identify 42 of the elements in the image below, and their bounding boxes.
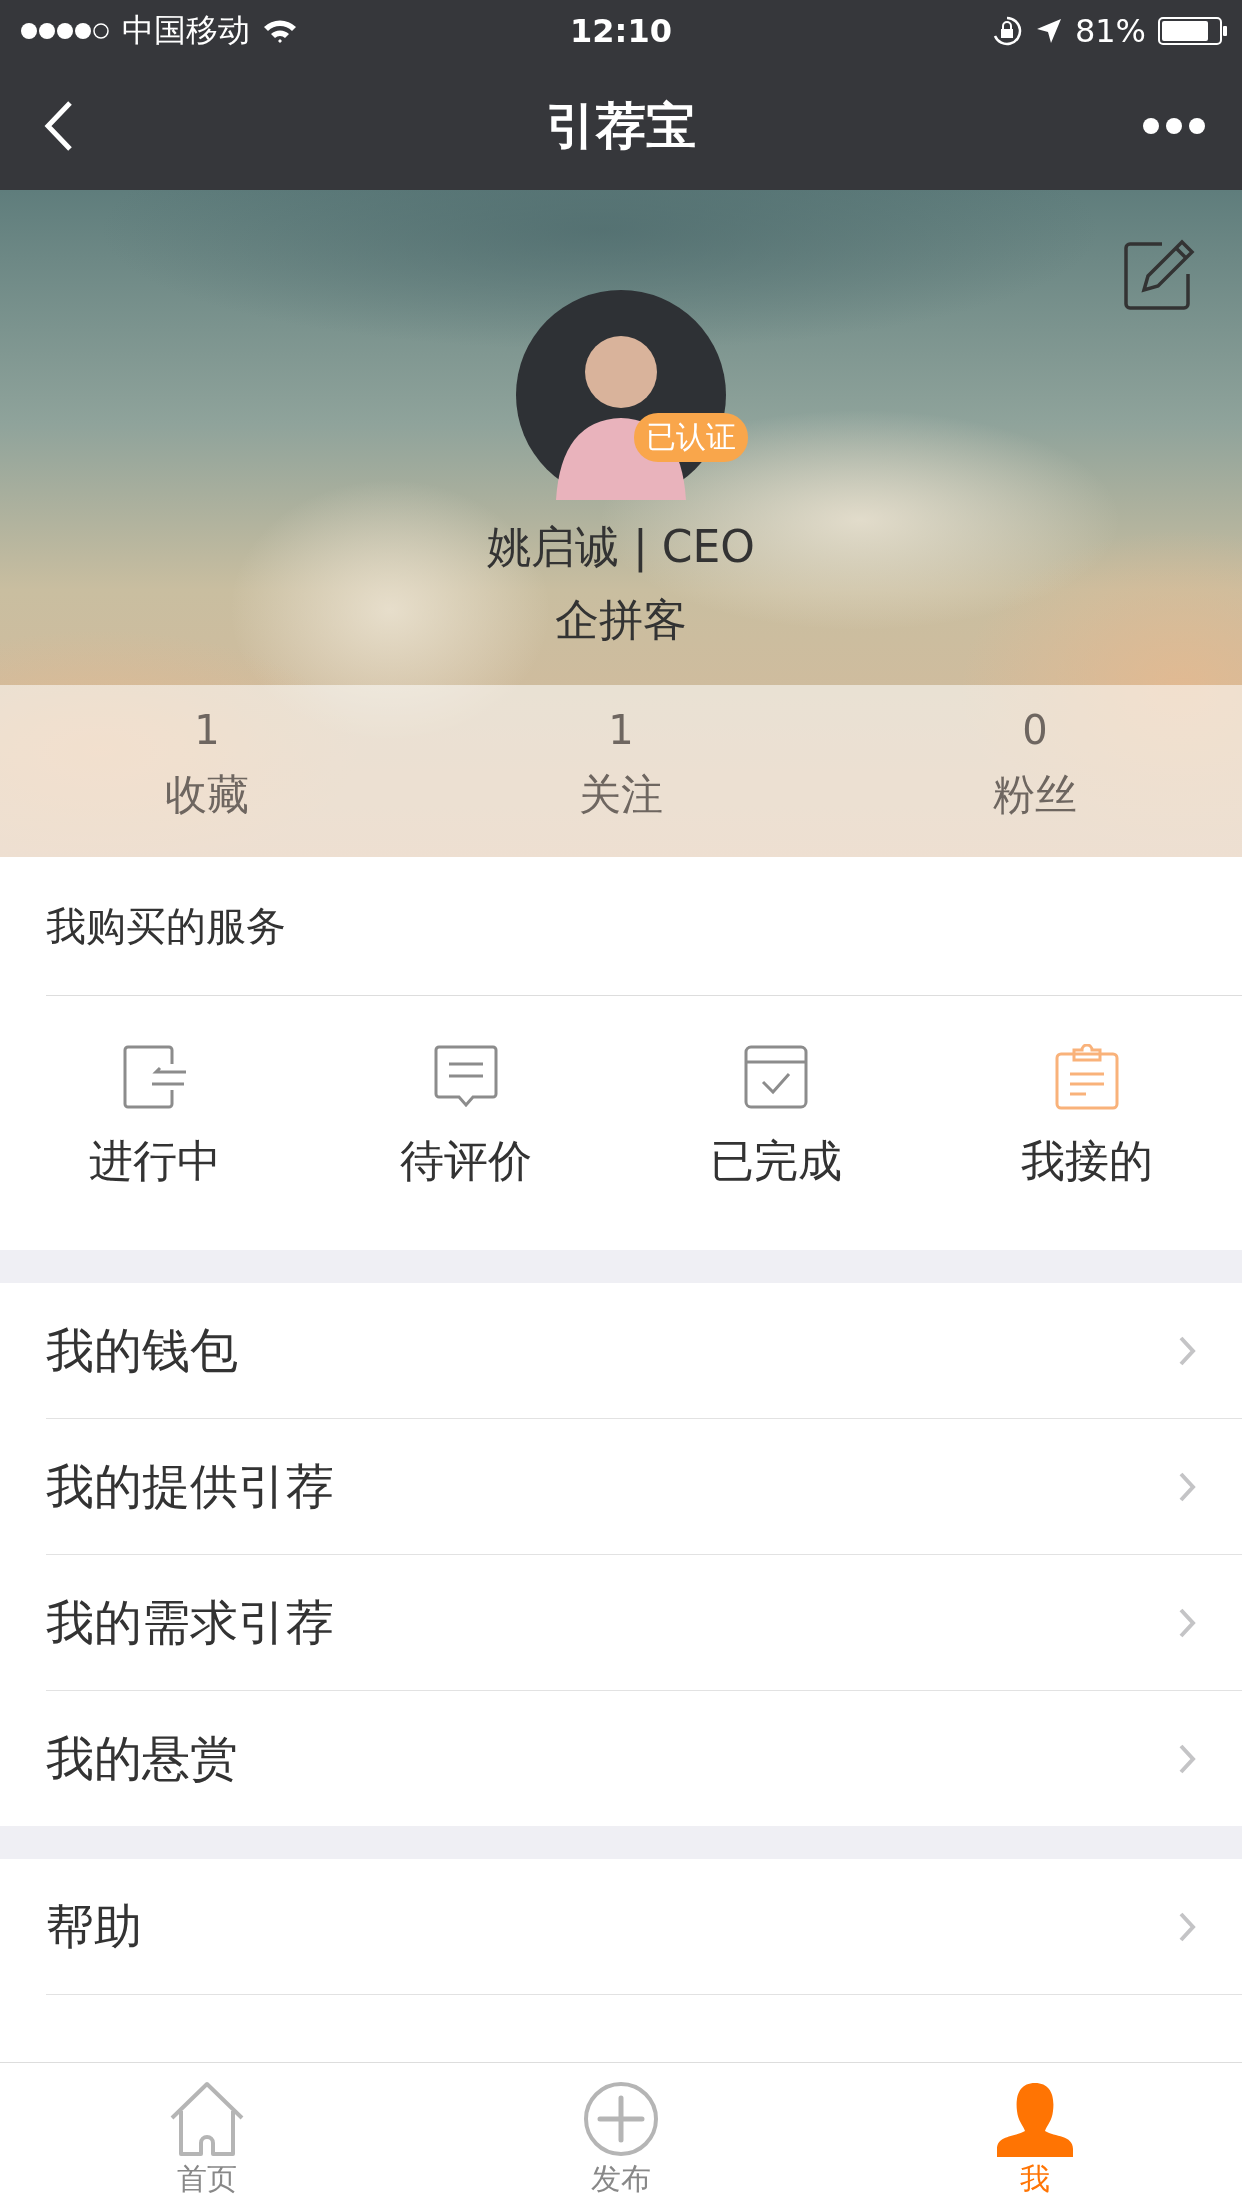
home-icon	[169, 2081, 245, 2157]
company-name: 企拼客	[555, 593, 687, 647]
stat-label[interactable]: 粉丝	[993, 767, 1077, 823]
chevron-icon	[1178, 1470, 1196, 1503]
user-name: 姚启诚 | CEO	[487, 520, 755, 575]
menu-item[interactable]: 我的需求引荐	[46, 1555, 1242, 1691]
menu-item[interactable]: 我的提供引荐	[46, 1419, 1242, 1555]
page-title: 引荐宝	[546, 95, 696, 157]
back-icon[interactable]	[44, 100, 74, 152]
service-item[interactable]: 已完成	[621, 1044, 932, 1191]
service-item[interactable]: 进行中	[0, 1044, 311, 1191]
menu-item[interactable]: 我的悬赏	[46, 1691, 1242, 1826]
menu-item[interactable]: 我的钱包	[46, 1283, 1242, 1419]
stat-count[interactable]: 0	[1022, 707, 1048, 753]
chevron-icon	[1178, 1742, 1196, 1775]
more-icon[interactable]	[1142, 117, 1206, 135]
battery-icon	[1158, 16, 1228, 46]
stat-count[interactable]: 1	[608, 707, 634, 753]
chevron-icon	[1178, 1910, 1196, 1943]
add-icon	[583, 2081, 659, 2157]
status-time: 12:10	[570, 12, 672, 50]
stat-label[interactable]: 关注	[579, 767, 663, 823]
battery-percent: 81%	[1074, 12, 1146, 50]
exit-icon	[122, 1044, 189, 1110]
carrier-name: 中国移动	[122, 10, 250, 51]
calendar-check-icon	[743, 1044, 810, 1110]
person-icon	[995, 2081, 1075, 2157]
chevron-icon	[1178, 1606, 1196, 1639]
section-title: 我购买的服务	[46, 901, 286, 951]
signal-icon	[20, 21, 110, 41]
message-icon	[432, 1044, 499, 1110]
service-item[interactable]: 待评价	[310, 1044, 621, 1191]
service-item[interactable]: 我接的	[931, 1044, 1242, 1191]
tab-item[interactable]: 发布	[414, 2063, 828, 2208]
clipboard-icon	[1053, 1044, 1120, 1110]
stat-label[interactable]: 收藏	[165, 767, 249, 823]
edit-icon[interactable]	[1122, 238, 1196, 312]
verified-badge: 已认证	[634, 413, 748, 462]
menu-item[interactable]: 帮助	[46, 1859, 1242, 1995]
tab-item[interactable]: 首页	[0, 2063, 414, 2208]
stat-count[interactable]: 1	[194, 707, 220, 753]
chevron-icon	[1178, 1334, 1196, 1367]
